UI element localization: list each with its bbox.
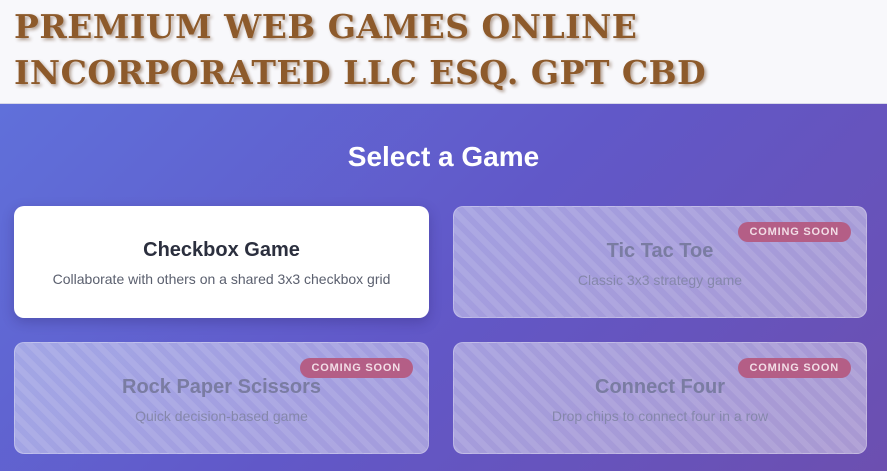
game-selection-panel: Select a Game Checkbox Game Collaborate … (0, 104, 887, 471)
game-card-description: Collaborate with others on a shared 3x3 … (52, 271, 391, 287)
game-card-tic-tac-toe: COMING SOON Tic Tac Toe Classic 3x3 stra… (453, 206, 867, 318)
game-card-checkbox[interactable]: Checkbox Game Collaborate with others on… (14, 206, 429, 318)
site-title: Premium Web Games Online Incorporated LL… (14, 7, 707, 92)
game-card-title: Checkbox Game (143, 239, 300, 261)
game-card-rock-paper-scissors: COMING SOON Rock Paper Scissors Quick de… (14, 342, 429, 454)
game-card-connect-four: COMING SOON Connect Four Drop chips to c… (453, 342, 867, 454)
game-grid: Checkbox Game Collaborate with others on… (14, 206, 867, 454)
game-card-description: Classic 3x3 strategy game (577, 272, 743, 288)
coming-soon-badge: COMING SOON (737, 222, 851, 242)
game-card-description: Quick decision-based game (135, 408, 308, 424)
game-card-description: Drop chips to connect four in a row (551, 408, 769, 424)
game-card-title: Connect Four (595, 376, 725, 398)
coming-soon-badge: COMING SOON (299, 358, 413, 378)
section-title: Select a Game (347, 141, 540, 172)
game-card-title: Rock Paper Scissors (122, 376, 321, 398)
site-header: Premium Web Games Online Incorporated LL… (0, 0, 887, 104)
game-card-title: Tic Tac Toe (606, 240, 714, 262)
coming-soon-badge: COMING SOON (737, 358, 851, 378)
